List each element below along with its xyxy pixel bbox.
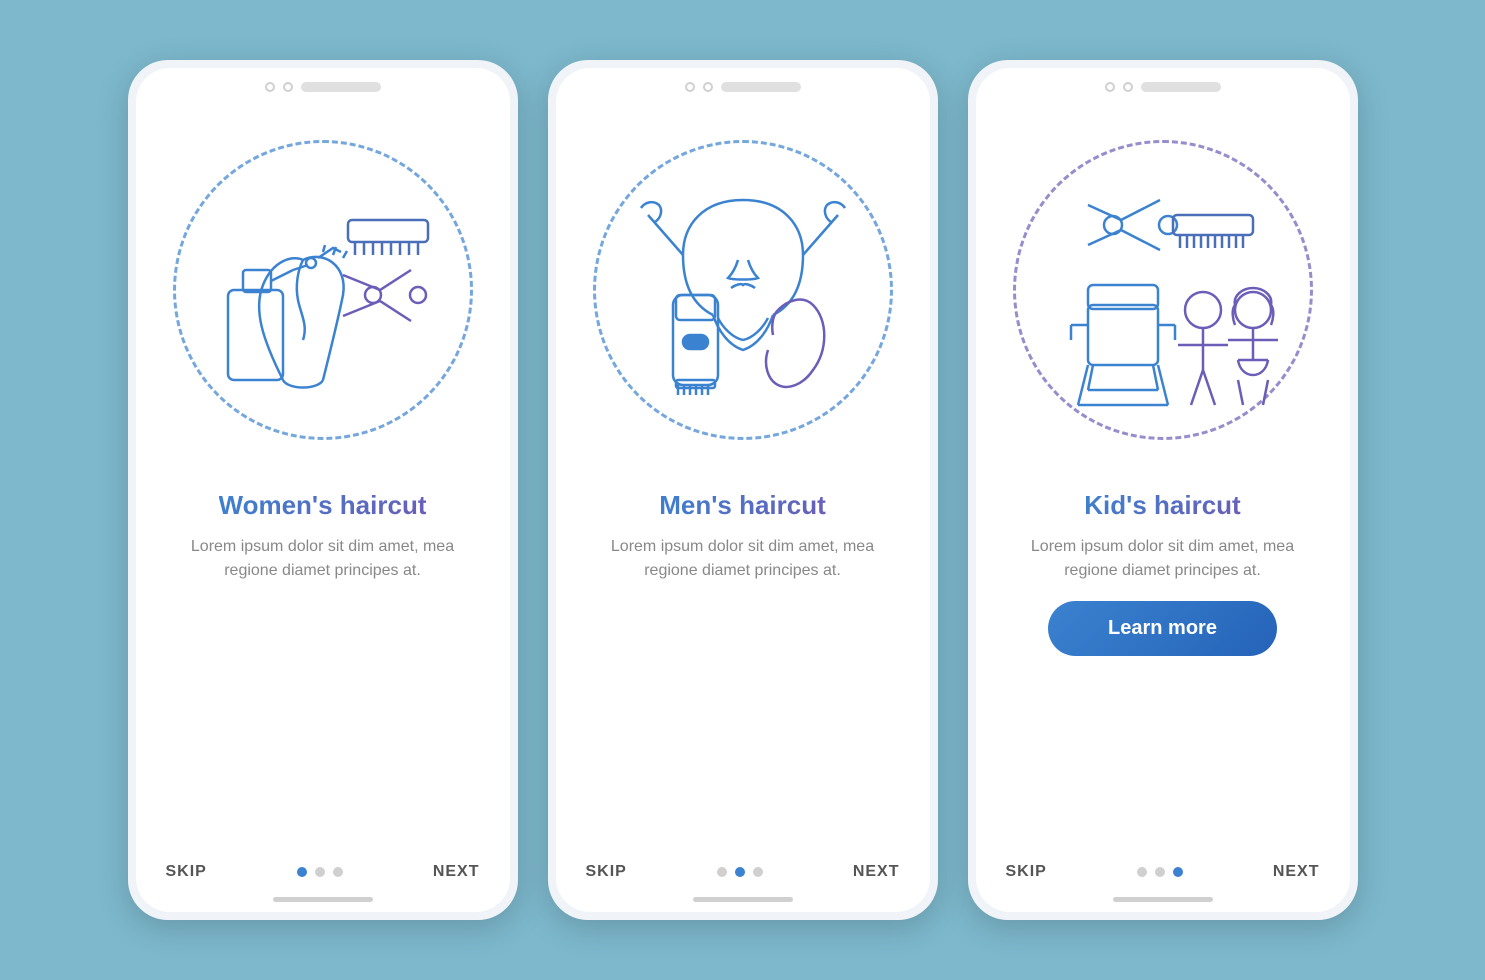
screens-container: Women's haircut Lorem ipsum dolor sit di… xyxy=(128,60,1358,920)
mens-illustration xyxy=(593,140,893,440)
womens-dot-3 xyxy=(333,867,343,877)
womens-description: Lorem ipsum dolor sit dim amet, mea regi… xyxy=(166,535,480,583)
status-bar-mens xyxy=(556,68,930,100)
kids-illustration-area xyxy=(976,100,1350,480)
mens-illustration-area xyxy=(556,100,930,480)
mens-status-dot-1 xyxy=(685,82,695,92)
kids-dot-3 xyxy=(1173,867,1183,877)
womens-illustration xyxy=(173,140,473,440)
womens-dot-1 xyxy=(297,867,307,877)
mens-dots xyxy=(717,867,763,877)
womens-title: Women's haircut xyxy=(219,490,427,521)
kids-bottom-nav: SKIP NEXT xyxy=(976,849,1350,891)
womens-illustration-area xyxy=(136,100,510,480)
womens-home-indicator xyxy=(273,897,373,902)
status-bar-line xyxy=(301,82,381,92)
kids-illustration xyxy=(1013,140,1313,440)
mens-bottom-nav: SKIP NEXT xyxy=(556,849,930,891)
phone-inner-womens: Women's haircut Lorem ipsum dolor sit di… xyxy=(136,68,510,912)
kids-skip-button[interactable]: SKIP xyxy=(1006,863,1047,881)
status-dot-1 xyxy=(265,82,275,92)
status-dot-2 xyxy=(283,82,293,92)
phone-frame-mens: Men's haircut Lorem ipsum dolor sit dim … xyxy=(548,60,938,920)
mens-dot-2 xyxy=(735,867,745,877)
kids-content: Kid's haircut Lorem ipsum dolor sit dim … xyxy=(976,480,1350,849)
status-bar-kids xyxy=(976,68,1350,100)
learn-more-button[interactable]: Learn more xyxy=(1048,601,1277,656)
phone-frame-womens: Women's haircut Lorem ipsum dolor sit di… xyxy=(128,60,518,920)
mens-skip-button[interactable]: SKIP xyxy=(586,863,627,881)
kids-description: Lorem ipsum dolor sit dim amet, mea regi… xyxy=(1006,535,1320,583)
womens-dots xyxy=(297,867,343,877)
kids-next-button[interactable]: NEXT xyxy=(1273,863,1320,881)
mens-next-button[interactable]: NEXT xyxy=(853,863,900,881)
mens-content: Men's haircut Lorem ipsum dolor sit dim … xyxy=(556,480,930,849)
phone-frame-kids: Kid's haircut Lorem ipsum dolor sit dim … xyxy=(968,60,1358,920)
mens-description: Lorem ipsum dolor sit dim amet, mea regi… xyxy=(586,535,900,583)
womens-skip-button[interactable]: SKIP xyxy=(166,863,207,881)
kids-dot-1 xyxy=(1137,867,1147,877)
kids-title: Kid's haircut xyxy=(1084,490,1240,521)
mens-dot-1 xyxy=(717,867,727,877)
womens-bottom-nav: SKIP NEXT xyxy=(136,849,510,891)
mens-status-bar-line xyxy=(721,82,801,92)
mens-status-dot-2 xyxy=(703,82,713,92)
kids-status-dot-1 xyxy=(1105,82,1115,92)
mens-title: Men's haircut xyxy=(659,490,826,521)
mens-dot-3 xyxy=(753,867,763,877)
status-bar-womens xyxy=(136,68,510,100)
kids-status-bar-line xyxy=(1141,82,1221,92)
kids-home-indicator xyxy=(1113,897,1213,902)
womens-next-button[interactable]: NEXT xyxy=(433,863,480,881)
phone-inner-mens: Men's haircut Lorem ipsum dolor sit dim … xyxy=(556,68,930,912)
kids-dot-2 xyxy=(1155,867,1165,877)
womens-content: Women's haircut Lorem ipsum dolor sit di… xyxy=(136,480,510,849)
kids-status-dot-2 xyxy=(1123,82,1133,92)
mens-home-indicator xyxy=(693,897,793,902)
phone-inner-kids: Kid's haircut Lorem ipsum dolor sit dim … xyxy=(976,68,1350,912)
womens-dot-2 xyxy=(315,867,325,877)
kids-dots xyxy=(1137,867,1183,877)
